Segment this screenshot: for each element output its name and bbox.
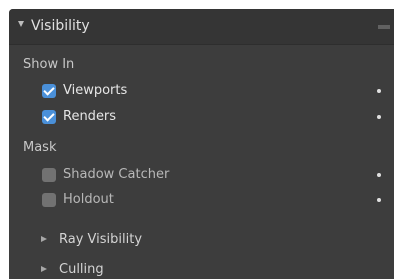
- holdout-label: Holdout: [63, 192, 114, 207]
- culling-label: Culling: [59, 262, 104, 277]
- keyframe-dot-icon[interactable]: [377, 198, 381, 202]
- panel-title: Visibility: [31, 18, 90, 34]
- shadow-catcher-row[interactable]: Shadow Catcher: [9, 166, 394, 186]
- renders-row[interactable]: Renders: [9, 108, 394, 128]
- expand-arrow-icon[interactable]: [41, 236, 47, 242]
- holdout-row[interactable]: Holdout: [9, 191, 394, 211]
- drag-grip-icon[interactable]: [378, 25, 390, 29]
- renders-checkbox[interactable]: [42, 110, 56, 124]
- show-in-label: Show In: [23, 57, 75, 72]
- expand-arrow-icon[interactable]: [41, 266, 47, 272]
- shadow-catcher-label: Shadow Catcher: [63, 167, 170, 182]
- mask-label: Mask: [23, 140, 57, 155]
- keyframe-dot-icon[interactable]: [377, 173, 381, 177]
- visibility-panel: Visibility Show In Viewports Renders Mas…: [9, 9, 394, 279]
- viewports-checkbox[interactable]: [42, 84, 56, 98]
- culling-subpanel[interactable]: Culling: [9, 261, 394, 279]
- keyframe-dot-icon[interactable]: [377, 89, 381, 93]
- renders-label: Renders: [63, 109, 117, 124]
- holdout-checkbox[interactable]: [42, 193, 56, 207]
- keyframe-dot-icon[interactable]: [377, 115, 381, 119]
- panel-header[interactable]: Visibility: [9, 9, 394, 45]
- viewports-label: Viewports: [63, 83, 128, 98]
- ray-visibility-subpanel[interactable]: Ray Visibility: [9, 231, 394, 251]
- collapse-arrow-icon[interactable]: [18, 21, 24, 27]
- shadow-catcher-checkbox[interactable]: [42, 168, 56, 182]
- viewports-row[interactable]: Viewports: [9, 82, 394, 102]
- ray-visibility-label: Ray Visibility: [59, 232, 143, 247]
